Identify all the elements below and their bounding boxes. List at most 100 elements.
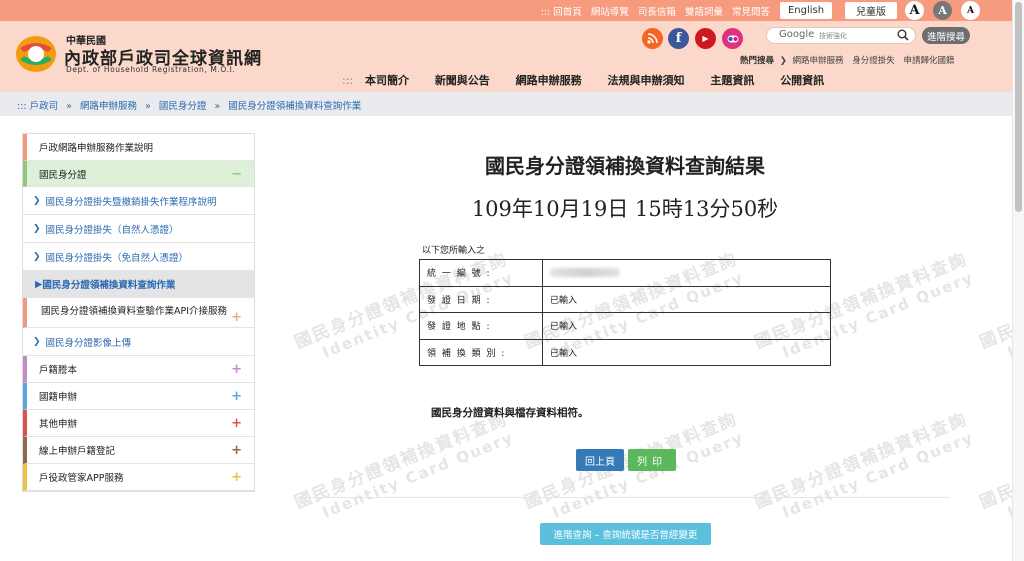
breadcrumb-item[interactable]: 國民身分證領補換資料查詢作業 [228, 101, 361, 112]
sidebar-item-label: 戶籍謄本 [39, 365, 78, 376]
nav-accesskey[interactable]: ::: [342, 74, 353, 87]
nav-item-open-info[interactable]: 公開資訊 [780, 74, 824, 87]
sidebar-item-label: 國民身分證掛失（免自然人憑證） [45, 252, 189, 264]
search-icon[interactable] [897, 29, 909, 41]
watermark: 國民身分證領補換資料查詢Identity Card Query [291, 409, 517, 522]
hot-search-label: 熱門搜尋 [740, 56, 775, 66]
site-header: ::: 回首頁 網站導覽 司長信箱 雙語詞彙 常見問答 English 兒童版 … [0, 0, 1012, 92]
site-title-english: Dept. of Household Registration, M.O.I. [66, 65, 236, 74]
scrollbar-thumb[interactable] [1015, 2, 1022, 212]
row-value: 已輸入 [542, 312, 831, 340]
breadcrumb-item[interactable]: ::: 戶政司 [17, 101, 58, 112]
sidebar-item[interactable]: ❯ 國民身分證影像上傳 [23, 328, 254, 356]
row-value [542, 259, 831, 287]
google-label: Google [779, 29, 815, 40]
font-small-button[interactable]: A [961, 1, 980, 20]
sidebar-item-label: 線上申辦戶籍登記 [39, 446, 116, 457]
nav-item-online-services[interactable]: 網路申辦服務 [516, 74, 582, 87]
sidebar: 戶政網路申辦服務作業說明 國民身分證 − ❯ 國民身分證掛失暨撤銷掛失作業程序說明 ❯ 國民… [22, 133, 255, 492]
sidebar-item-label: 國民身分證領補換資料查詢作業 [42, 280, 176, 291]
hot-search-item[interactable]: 身分證掛失 [852, 56, 895, 66]
sidebar-item[interactable]: 戶役政管家APP服務 + [23, 464, 254, 491]
query-table: 統 一 編 號 : 發 證 日 期 : 已輸入 發 證 地 點 : 已輸入 領 … [419, 259, 831, 366]
chevron-right-icon: ❯ [33, 336, 41, 347]
search-box[interactable]: Google 技術強化 [766, 27, 916, 44]
sidebar-item[interactable]: ❯ 國民身分證掛失（自然人憑證） [23, 215, 254, 243]
site-logo-icon[interactable] [14, 34, 58, 74]
font-medium-button[interactable]: A [933, 1, 952, 20]
divider [300, 497, 950, 498]
top-link-faq[interactable]: 常見問答 [732, 7, 770, 18]
sidebar-item[interactable]: ❯ 國民身分證掛失暨撤銷掛失作業程序說明 [23, 187, 254, 215]
sidebar-item[interactable]: 戶政網路申辦服務作業說明 [23, 134, 254, 161]
query-timestamp: 109年10月19日 15時13分50秒 [471, 197, 779, 221]
sidebar-item-label: 戶政網路申辦服務作業說明 [39, 143, 154, 154]
collapse-minus-icon[interactable]: − [231, 167, 242, 182]
sidebar-item[interactable]: 國民身分證 − [23, 161, 254, 187]
chevron-right-icon: ❯ [33, 195, 41, 206]
page: ::: 回首頁 網站導覽 司長信箱 雙語詞彙 常見問答 English 兒童版 … [0, 0, 1024, 561]
watermark: 國民身分證領補換資料查詢Identity Card Query [751, 409, 977, 522]
sidebar-item[interactable]: 國籍申辦 + [23, 383, 254, 410]
expand-plus-icon[interactable]: + [231, 310, 242, 325]
sidebar-item-label: 國民身分證掛失暨撤銷掛失作業程序說明 [45, 196, 217, 208]
table-row: 發 證 地 點 : 已輸入 [419, 312, 831, 340]
redacted-id [550, 267, 620, 277]
top-link-mailbox[interactable]: 司長信箱 [638, 7, 676, 18]
expand-plus-icon[interactable]: + [231, 470, 242, 485]
expand-plus-icon[interactable]: + [231, 389, 242, 404]
sidebar-item-label: 國民身分證 [39, 169, 87, 181]
sidebar-item[interactable]: ❯ 國民身分證掛失（免自然人憑證） [23, 243, 254, 271]
kids-version-button[interactable]: 兒童版 [845, 2, 897, 19]
row-value: 已輸入 [542, 338, 831, 366]
top-bar: ::: 回首頁 網站導覽 司長信箱 雙語詞彙 常見問答 English 兒童版 … [0, 0, 1012, 21]
scrollbar[interactable] [1012, 0, 1024, 561]
breadcrumb-item[interactable]: 網路申辦服務 [80, 101, 137, 112]
sidebar-item[interactable]: ▶ 國民身分證領補換資料查詢作業 [23, 271, 254, 298]
table-row: 統 一 編 號 : [419, 259, 831, 287]
sidebar-item[interactable]: 其他申辦 + [23, 410, 254, 437]
table-row: 發 證 日 期 : 已輸入 [419, 285, 831, 313]
breadcrumb-item[interactable]: 國民身分證 [159, 101, 207, 112]
search-input[interactable]: 技術強化 [819, 31, 847, 41]
hot-search-item[interactable]: 申請歸化國籍 [903, 56, 954, 66]
top-link-sitemap[interactable]: 網站導覽 [591, 7, 629, 18]
sidebar-item-label: 戶役政管家APP服務 [39, 473, 124, 484]
nav-item-about[interactable]: 本司簡介 [365, 74, 409, 87]
rss-icon[interactable] [642, 28, 663, 49]
nav-item-regulations[interactable]: 法規與申辦須知 [608, 74, 685, 87]
top-link-home[interactable]: ::: 回首頁 [541, 7, 582, 18]
expand-plus-icon[interactable]: + [231, 416, 242, 431]
breadcrumb-bar: ::: 戶政司 » 網路申辦服務 » 國民身分證 » 國民身分證領補換資料查詢作… [0, 92, 1012, 116]
sidebar-item[interactable]: 線上申辦戶籍登記 + [23, 437, 254, 464]
advanced-query-button[interactable]: 進階查詢 – 查詢統號是否曾經變更 [540, 523, 711, 545]
top-link-glossary[interactable]: 雙語詞彙 [685, 7, 723, 18]
advanced-search-button[interactable]: 進階搜尋 [922, 27, 970, 44]
row-key: 發 證 日 期 : [419, 285, 543, 313]
page-title: 國民身分證領補換資料查詢結果 [485, 154, 765, 178]
facebook-icon[interactable]: f [668, 28, 689, 49]
chevron-right-icon: ❯ [33, 251, 41, 262]
nav-item-topics[interactable]: 主題資訊 [710, 74, 754, 87]
print-button[interactable]: 列印 [628, 449, 676, 471]
expand-plus-icon[interactable]: + [231, 443, 242, 458]
sidebar-item-label: 國民身分證領補換資料查驗作業API介接服務 [41, 306, 228, 317]
flickr-icon[interactable] [722, 28, 743, 49]
font-large-button[interactable]: A [905, 1, 924, 20]
expand-plus-icon[interactable]: + [231, 362, 242, 377]
intro-text: 以下您所輸入之 [422, 246, 486, 256]
table-row: 領 補 換 類 別 : 已輸入 [419, 338, 831, 366]
english-button[interactable]: English [780, 2, 832, 19]
hot-search-item[interactable]: 網路申辦服務 [793, 56, 844, 66]
top-links: ::: 回首頁 網站導覽 司長信箱 雙語詞彙 常見問答 [535, 4, 770, 18]
youtube-icon[interactable]: ▶ [695, 28, 716, 49]
sidebar-item-label: 其他申辦 [39, 419, 78, 430]
row-key: 領 補 換 類 別 : [419, 338, 543, 366]
nav-item-news[interactable]: 新聞與公告 [435, 74, 490, 87]
breadcrumb: ::: 戶政司 » 網路申辦服務 » 國民身分證 » 國民身分證領補換資料查詢作… [17, 101, 362, 112]
main-nav: ::: 本司簡介 新聞與公告 網路申辦服務 法規與申辦須知 主題資訊 公開資訊 [342, 72, 846, 88]
chevron-right-icon: ❯ [33, 223, 41, 234]
sidebar-item[interactable]: 國民身分證領補換資料查驗作業API介接服務 + [23, 298, 254, 328]
sidebar-item[interactable]: 戶籍謄本 + [23, 356, 254, 383]
back-button[interactable]: 回上頁 [576, 449, 624, 471]
